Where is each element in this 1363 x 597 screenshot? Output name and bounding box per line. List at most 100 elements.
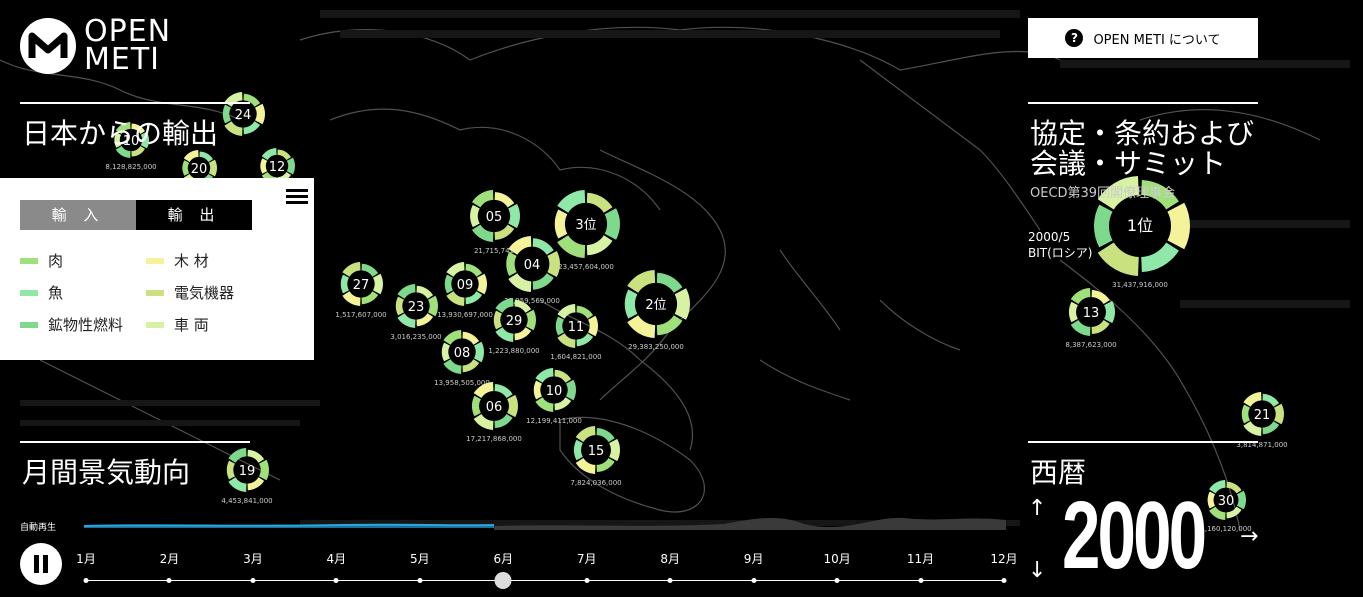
month-label[interactable]: 7月 <box>577 550 597 567</box>
bubble-segment <box>495 327 514 342</box>
month-label[interactable]: 10月 <box>823 550 850 567</box>
country-bubble[interactable]: 29 1,223,880,000 <box>488 298 540 355</box>
legend-label: 魚 <box>48 284 64 302</box>
bubble-segment <box>576 333 594 347</box>
month-label[interactable]: 6月 <box>493 550 513 567</box>
bubble-segment <box>1097 242 1139 276</box>
bubble-segment <box>1262 421 1280 435</box>
bubble-segment <box>446 262 465 277</box>
menu-icon[interactable] <box>286 186 308 207</box>
bubble-segment <box>573 439 583 461</box>
country-bubble[interactable]: 15 7,824,036,000 <box>570 426 622 487</box>
bubble-segment <box>416 285 434 299</box>
month-tick[interactable] <box>1001 578 1007 583</box>
about-button[interactable]: ? OPEN METI について <box>1028 18 1258 58</box>
legend-label: 電気機器 <box>174 284 235 302</box>
bubble-segment <box>208 159 217 177</box>
legend-item: 電気機器 <box>146 282 234 303</box>
bubble-rank: 11 <box>568 320 585 335</box>
year-up-arrow-icon[interactable]: ↑ <box>1028 496 1046 521</box>
month-slider-handle[interactable] <box>494 572 512 589</box>
country-bubble[interactable]: 11 1,604,821,000 <box>550 304 602 361</box>
country-bubble[interactable]: 24 <box>222 92 265 136</box>
month-tick[interactable] <box>417 578 423 583</box>
bubble-segment <box>508 203 520 229</box>
bubble-segment <box>465 291 483 305</box>
month-label[interactable]: 11月 <box>907 550 934 567</box>
month-tick[interactable] <box>250 578 256 583</box>
bubble-segment <box>557 304 576 319</box>
bubble-segment <box>462 359 480 373</box>
bubble-segment <box>674 288 691 320</box>
bubble-segment <box>226 460 235 480</box>
logo-mark-icon <box>20 18 76 74</box>
country-bubble[interactable]: 0813,958,505,000 <box>434 330 490 387</box>
month-tick[interactable] <box>333 578 339 583</box>
bubble-segment <box>627 315 656 338</box>
tab-export[interactable]: 輸 出 <box>136 200 252 230</box>
month-tick[interactable] <box>834 578 840 583</box>
country-bubble[interactable]: 13 8,387,623,000 <box>1065 288 1117 349</box>
year-next-arrow-icon[interactable]: → <box>1240 524 1258 549</box>
country-bubble[interactable]: 2位 29,383,250,000 <box>624 270 691 351</box>
bubble-segment <box>182 160 190 176</box>
business-trend-title: 月間景気動向 <box>22 456 191 489</box>
bubble-segment <box>397 313 416 328</box>
month-label[interactable]: 5月 <box>410 550 430 567</box>
month-label[interactable]: 2月 <box>160 550 180 567</box>
month-label[interactable]: 12月 <box>990 550 1017 567</box>
month-tick[interactable] <box>751 578 757 583</box>
month-label[interactable]: 4月 <box>327 550 347 567</box>
bubble-segment <box>494 224 515 240</box>
bubble-segment <box>277 149 291 161</box>
bubble-rank: 24 <box>235 108 252 123</box>
month-label[interactable]: 9月 <box>744 550 764 567</box>
legend-item: 魚 <box>20 282 63 303</box>
country-bubble[interactable]: 10 12,199,411,000 <box>526 368 582 425</box>
country-bubble[interactable]: 0422,959,569,000 <box>504 236 560 305</box>
bubble-rank: 15 <box>588 444 605 459</box>
month-label[interactable]: 8月 <box>660 550 680 567</box>
bubble-segment <box>395 296 404 316</box>
bubble-rank: 13 <box>1083 306 1100 321</box>
logo-wordmark: OPEN METI <box>84 17 171 75</box>
month-tick[interactable] <box>166 578 172 583</box>
month-tick[interactable] <box>83 578 89 583</box>
bubble-value: 8,387,623,000 <box>1065 341 1116 349</box>
country-bubble[interactable]: 06 17,217,868,000 <box>466 382 522 443</box>
bubble-segment <box>462 331 480 345</box>
country-bubble[interactable]: 23 3,016,235,000 <box>390 284 442 341</box>
open-meti-logo[interactable]: OPEN METI <box>20 17 171 75</box>
legend-panel: 輸 入 輸 出 肉 木 材 魚 電気機器 鉱物性燃料 車 両 <box>0 178 314 360</box>
bubble-segment <box>444 274 453 294</box>
bubble-segment <box>507 394 519 418</box>
legend-item: 車 両 <box>146 314 209 335</box>
bubble-segment <box>495 298 514 313</box>
country-bubble[interactable]: 09 13,930,697,000 <box>437 262 493 319</box>
year-down-arrow-icon[interactable]: ↓ <box>1028 558 1046 583</box>
bubble-segment <box>627 270 656 293</box>
month-tick[interactable] <box>918 578 924 583</box>
about-label: OPEN METI について <box>1093 32 1221 48</box>
bubble-segment <box>557 190 586 213</box>
tab-import[interactable]: 輸 入 <box>20 200 136 230</box>
month-label[interactable]: 3月 <box>243 550 263 567</box>
month-label[interactable]: 1月 <box>76 550 96 567</box>
pause-button[interactable] <box>20 543 62 585</box>
bubble-segment <box>472 190 494 208</box>
country-bubble[interactable]: 19 4,453,841,000 <box>221 448 273 505</box>
bubble-segment <box>342 291 361 306</box>
country-bubble[interactable]: 3位 23,457,604,000 <box>554 190 620 271</box>
legend-label: 鉱物性燃料 <box>48 316 124 334</box>
bubble-segment <box>446 291 465 306</box>
bubble-segment <box>224 121 243 136</box>
month-tick[interactable] <box>667 578 673 583</box>
country-bubble[interactable]: 27 1,517,607,000 <box>335 262 387 319</box>
bubble-segment <box>373 273 383 295</box>
month-tick[interactable] <box>584 578 590 583</box>
bubble-rank: 29 <box>506 314 523 329</box>
bubble-segment <box>473 413 494 430</box>
month-slider-track[interactable] <box>84 580 1006 581</box>
bubble-rank: 3位 <box>575 218 596 233</box>
map-stage: 24108,128,825,0002015,478,785,00012271,5… <box>0 0 1363 597</box>
